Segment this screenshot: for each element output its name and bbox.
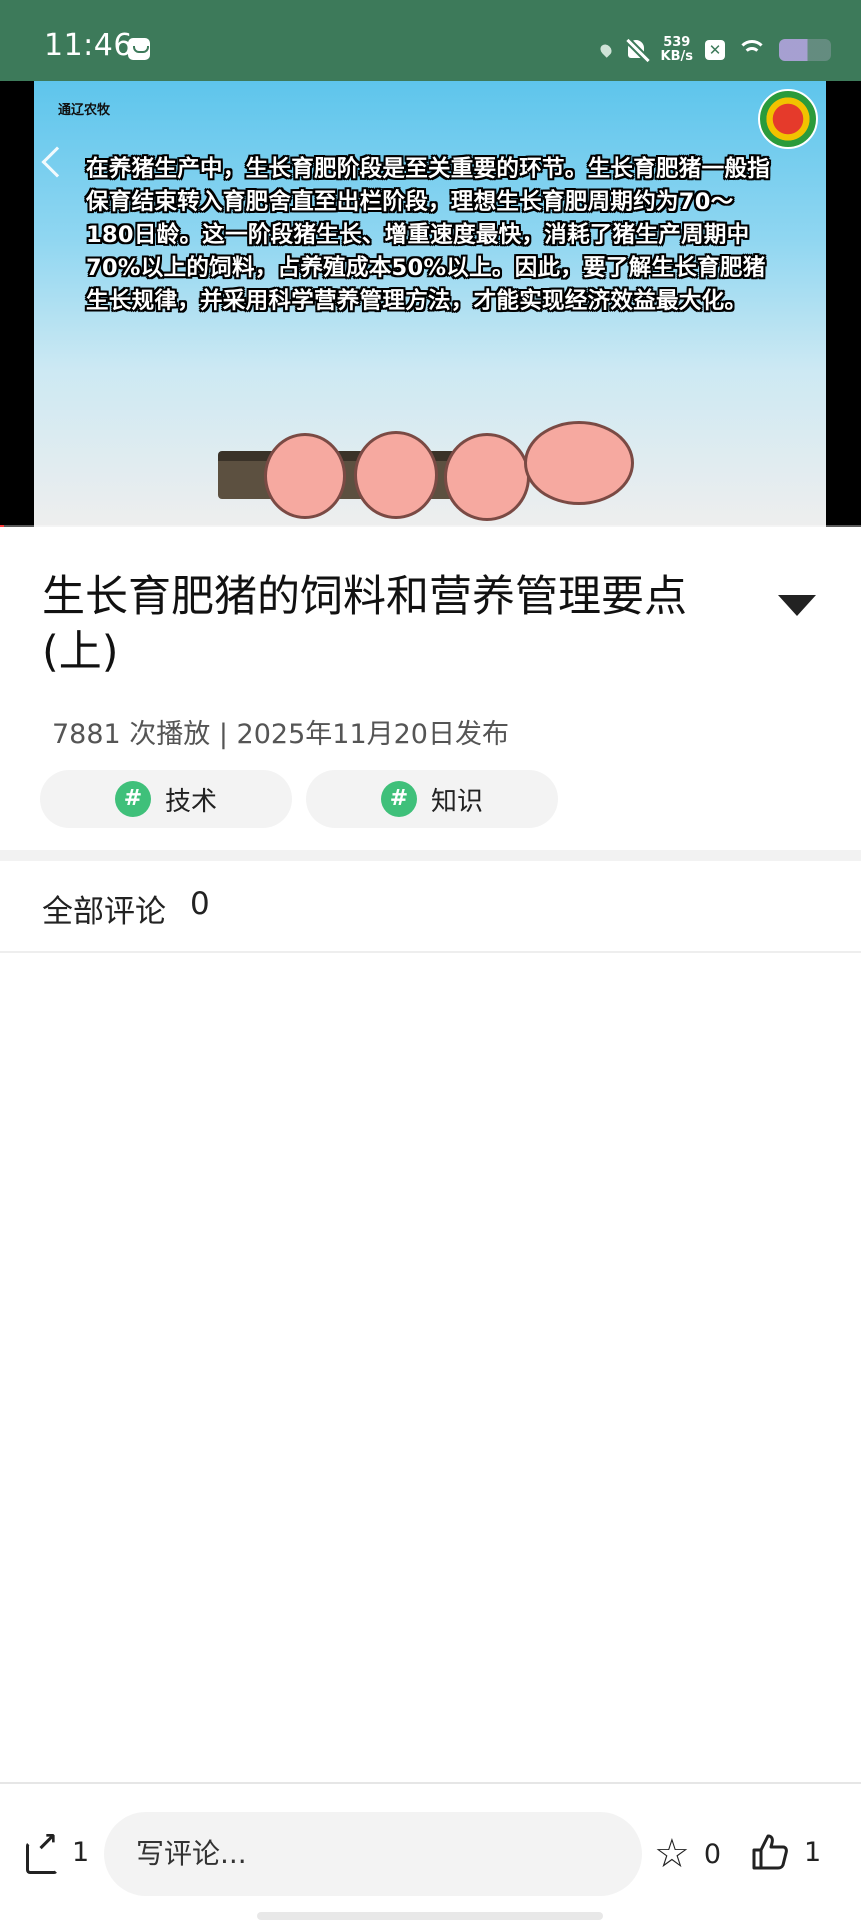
video-frame[interactable]: 通辽农牧 在养猪生产中，生长育肥阶段是至关重要的环节。生长育肥猪一般指保育结束转…: [34, 81, 826, 527]
back-icon[interactable]: [41, 146, 73, 178]
battery-icon: [779, 39, 831, 61]
status-icons: 539 KB/s ✕: [597, 30, 831, 70]
video-channel-watermark: 通辽农牧: [58, 103, 111, 118]
hashtag-icon: #: [380, 781, 417, 817]
share-count: 1: [72, 1836, 90, 1868]
comments-divider: [0, 951, 861, 953]
pig-illustration: [524, 421, 634, 505]
comments-header-label: 全部评论: [42, 894, 166, 930]
wifi-icon: [737, 38, 767, 62]
network-speed-unit: KB/s: [660, 49, 693, 64]
video-progress-bar[interactable]: [0, 525, 861, 527]
message-notification-icon: [128, 38, 150, 60]
video-progress-fill: [0, 525, 5, 527]
status-time: 11:46: [44, 28, 133, 63]
pig-illustration: [444, 433, 530, 521]
tag-list: # 技术 # 知识: [40, 770, 558, 828]
share-icon: [24, 1828, 60, 1874]
tag-label: 知识: [430, 786, 483, 817]
tag-chip-knowledge[interactable]: # 知识: [306, 770, 558, 828]
pig-illustration: [354, 431, 438, 519]
video-meta: 7881 次播放 | 2025年11月20日发布: [52, 719, 509, 750]
tag-label: 技术: [164, 786, 217, 817]
x-app-icon: ✕: [705, 40, 725, 60]
network-speed-value: 539: [663, 35, 691, 50]
comment-input[interactable]: 写评论...: [104, 1812, 642, 1896]
video-subtitle: 在养猪生产中，生长育肥阶段是至关重要的环节。生长育肥猪一般指保育结束转入育肥舍直…: [86, 156, 771, 314]
favorite-button[interactable]: ☆ 0: [654, 1834, 721, 1874]
status-bar: 11:46 539 KB/s ✕: [0, 0, 861, 81]
expand-triangle-icon[interactable]: [778, 595, 816, 616]
bottom-action-bar: 1 写评论... ☆ 0 1: [0, 1782, 861, 1920]
thumbs-up-icon: [750, 1832, 790, 1872]
like-button[interactable]: 1: [750, 1832, 821, 1872]
pig-illustration: [264, 433, 346, 519]
video-title: 生长育肥猪的饲料和营养管理要点(上): [42, 572, 687, 677]
share-button[interactable]: 1: [24, 1828, 90, 1874]
hashtag-icon: #: [114, 781, 151, 817]
comments-count: 0: [190, 886, 210, 922]
channel-logo-icon: [758, 89, 818, 149]
star-icon: ☆: [654, 1831, 690, 1877]
favorite-count: 0: [703, 1838, 722, 1870]
bell-muted-icon: [623, 37, 649, 63]
feeding-trough-illustration: [218, 451, 478, 499]
video-player[interactable]: 通辽农牧 在养猪生产中，生长育肥阶段是至关重要的环节。生长育肥猪一般指保育结束转…: [0, 81, 861, 527]
home-indicator: [257, 1912, 603, 1920]
network-speed: 539 KB/s: [661, 36, 693, 64]
like-count: 1: [804, 1836, 822, 1868]
location-icon: [597, 42, 614, 58]
section-divider: [0, 850, 861, 861]
tag-chip-tech[interactable]: # 技术: [40, 770, 292, 828]
comments-header: 全部评论 0: [42, 886, 210, 931]
